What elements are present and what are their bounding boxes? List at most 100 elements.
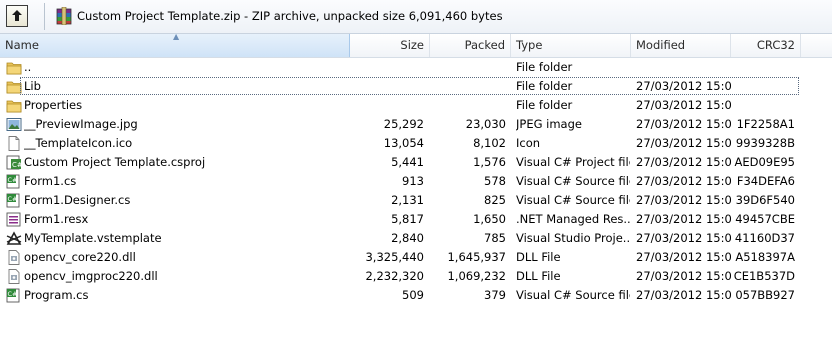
file-row[interactable]: C# Program.cs 509 379 Visual C# Source file 2… — [0, 286, 832, 305]
dll-file-icon — [6, 250, 22, 265]
file-row[interactable]: MyTemplate.vstemplate 2,840 785 Visual Stud… — [0, 229, 832, 248]
column-header-packed[interactable]: Packed — [430, 34, 511, 57]
type-cell: File folder — [516, 60, 573, 74]
modified-cell: 27/03/2012 15:03 — [636, 79, 731, 93]
name-cell: Form1.resx — [24, 212, 89, 226]
file-row[interactable]: Lib File folder 27/03/2012 15:03 — [0, 77, 832, 96]
column-header-name-label: Name — [5, 38, 39, 52]
svg-text:C#: C# — [8, 290, 18, 298]
column-header-name[interactable]: ▲ Name — [0, 34, 350, 57]
name-cell: MyTemplate.vstemplate — [24, 231, 162, 245]
crc32-cell: 39D6F540 — [735, 193, 795, 207]
crc32-cell — [731, 58, 795, 77]
name-cell: opencv_core220.dll — [24, 250, 136, 264]
crc32-cell: 49457CBE — [735, 212, 795, 226]
packed-cell: 23,030 — [465, 117, 506, 131]
up-arrow-icon — [12, 10, 22, 21]
column-header-type[interactable]: Type — [511, 34, 631, 57]
crc32-cell: 41160D37 — [734, 231, 795, 245]
file-row[interactable]: C# Form1.Designer.cs 2,131 825 Visual C# Sou… — [0, 191, 832, 210]
name-cell: __TemplateIcon.ico — [24, 136, 133, 150]
type-cell: DLL File — [516, 269, 561, 283]
column-header-row: ▲ Name Size Packed Type Modified CRC32 — [0, 34, 832, 58]
packed-cell — [430, 58, 506, 77]
column-header-modified[interactable]: Modified — [631, 34, 731, 57]
type-cell: .NET Managed Res... — [516, 212, 630, 226]
packed-cell: 8,102 — [473, 136, 506, 150]
packed-cell: 1,650 — [473, 212, 506, 226]
column-header-size[interactable]: Size — [350, 34, 430, 57]
svg-text:C#: C# — [12, 161, 22, 169]
resx-file-icon — [6, 212, 22, 227]
modified-cell: 27/03/2012 15:03 — [636, 231, 731, 245]
type-cell: Visual C# Source file — [516, 174, 630, 188]
type-cell: Visual C# Source file — [516, 193, 630, 207]
size-cell: 25,292 — [383, 117, 424, 131]
file-row[interactable]: opencv_core220.dll 3,325,440 1,645,937 DLL … — [0, 248, 832, 267]
crc32-cell: 1F2258A1 — [736, 117, 795, 131]
name-cell: __PreviewImage.jpg — [24, 117, 138, 131]
svg-text:C#: C# — [8, 176, 18, 184]
file-row[interactable]: C# Custom Project Template.csproj 5,441 1,5… — [0, 153, 832, 172]
packed-cell — [430, 96, 506, 115]
name-cell: Lib — [24, 79, 41, 93]
packed-cell: 1,576 — [473, 155, 506, 169]
folder-icon — [6, 79, 22, 94]
size-cell: 509 — [402, 288, 424, 302]
type-cell: Visual Studio Proje... — [516, 231, 630, 245]
packed-cell: 578 — [484, 174, 506, 188]
dll-file-icon — [6, 269, 22, 284]
toolbar: Custom Project Template.zip - ZIP archiv… — [0, 0, 832, 34]
packed-cell — [430, 77, 506, 96]
crc32-cell: 057BB927 — [735, 288, 795, 302]
crc32-cell — [731, 96, 795, 115]
modified-cell: 27/03/2012 15:03 — [636, 117, 731, 131]
sort-ascending-icon: ▲ — [173, 34, 180, 41]
file-row[interactable]: C# Form1.cs 913 578 Visual C# Source file 27/… — [0, 172, 832, 191]
modified-cell: 27/03/2012 15:03 — [636, 288, 731, 302]
crc32-cell: AED09E95 — [734, 155, 795, 169]
modified-cell: 27/03/2012 15:03 — [636, 174, 731, 188]
type-cell: DLL File — [516, 250, 561, 264]
size-cell: 2,840 — [391, 231, 424, 245]
size-cell: 3,325,440 — [365, 250, 424, 264]
name-cell: .. — [24, 60, 32, 74]
type-cell: JPEG image — [516, 117, 582, 131]
csharp-file-icon: C# — [6, 288, 22, 303]
packed-cell: 1,069,232 — [447, 269, 506, 283]
size-cell: 2,131 — [391, 193, 424, 207]
file-row[interactable]: .. File folder — [0, 58, 832, 77]
csharp-file-icon: C# — [6, 174, 22, 189]
size-cell: 13,054 — [383, 136, 424, 150]
type-cell: File folder — [516, 98, 573, 112]
modified-cell: 27/03/2012 15:03 — [636, 136, 731, 150]
size-cell: 5,817 — [391, 212, 424, 226]
up-one-level-button[interactable] — [6, 5, 28, 27]
size-cell: 913 — [402, 174, 424, 188]
name-cell: Form1.Designer.cs — [24, 193, 131, 207]
file-row[interactable]: __PreviewImage.jpg 25,292 23,030 JPEG image… — [0, 115, 832, 134]
size-cell — [350, 58, 424, 77]
type-cell: File folder — [516, 79, 573, 93]
modified-cell: 27/03/2012 15:03 — [636, 193, 731, 207]
size-cell — [350, 77, 424, 96]
file-row[interactable]: __TemplateIcon.ico 13,054 8,102 Icon 27/03/2… — [0, 134, 832, 153]
packed-cell: 1,645,937 — [447, 250, 506, 264]
size-cell: 2,232,320 — [365, 269, 424, 283]
folder-icon — [6, 98, 22, 113]
file-list: .. File folder Lib File folder 27/03/2012 15… — [0, 58, 832, 305]
column-header-crc32[interactable]: CRC32 — [731, 34, 801, 57]
image-file-icon — [6, 117, 22, 132]
name-cell: Custom Project Template.csproj — [24, 155, 206, 169]
size-cell: 5,441 — [391, 155, 424, 169]
archive-path-title: Custom Project Template.zip - ZIP archiv… — [77, 9, 503, 23]
modified-cell — [636, 58, 731, 77]
folder-icon — [6, 60, 22, 75]
crc32-cell: F34DEFA6 — [736, 174, 795, 188]
file-row[interactable]: opencv_imgproc220.dll 2,232,320 1,069,232 D… — [0, 267, 832, 286]
name-cell: opencv_imgproc220.dll — [24, 269, 158, 283]
file-row[interactable]: Properties File folder 27/03/2012 15:03 — [0, 96, 832, 115]
crc32-cell: 9939328B — [735, 136, 795, 150]
file-row[interactable]: Form1.resx 5,817 1,650 .NET Managed Res... 2… — [0, 210, 832, 229]
svg-text:C#: C# — [8, 195, 18, 203]
